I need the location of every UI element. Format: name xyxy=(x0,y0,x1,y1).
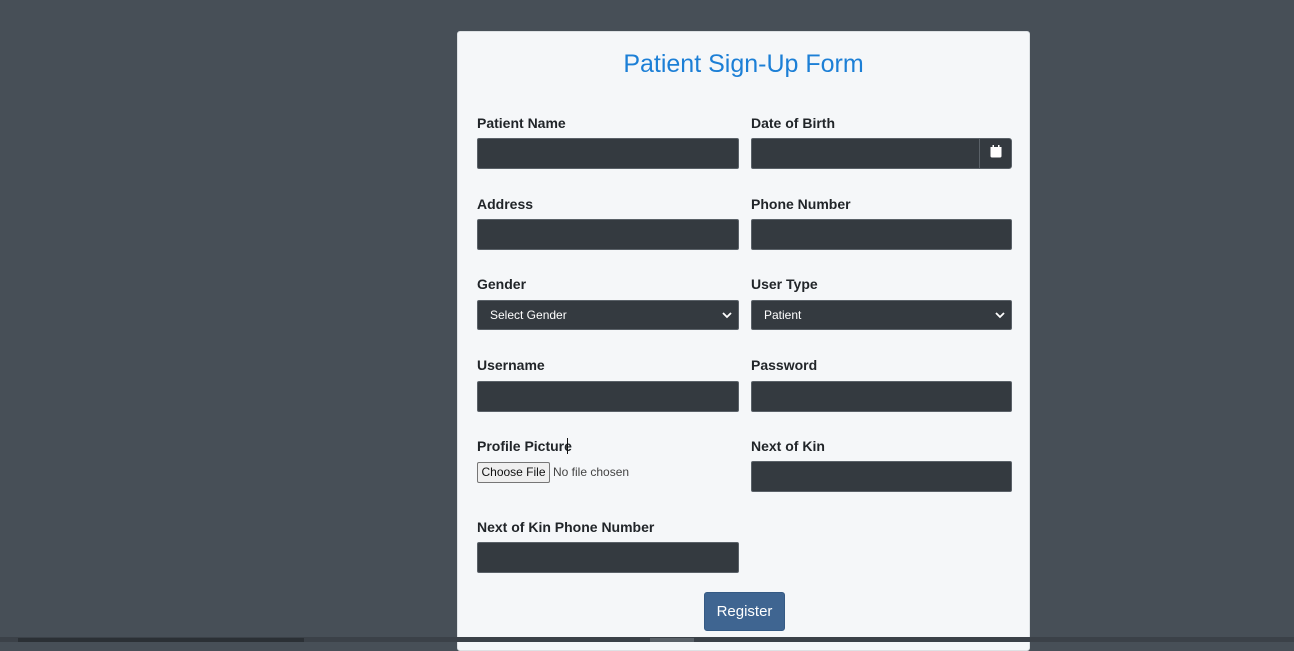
profile-picture-label: Profile Picture xyxy=(477,438,572,454)
next-of-kin-label: Next of Kin xyxy=(751,438,825,454)
gender-select[interactable]: Select Gender xyxy=(477,300,739,330)
password-input[interactable] xyxy=(751,381,1012,412)
username-label: Username xyxy=(477,357,545,373)
phone-number-label: Phone Number xyxy=(751,196,851,212)
register-button[interactable]: Register xyxy=(704,592,785,631)
address-input[interactable] xyxy=(477,219,739,250)
user-type-label: User Type xyxy=(751,276,818,292)
file-status-text: No file chosen xyxy=(553,465,630,479)
date-of-birth-label: Date of Birth xyxy=(751,115,835,131)
address-label: Address xyxy=(477,196,534,212)
user-type-select-value: Patient xyxy=(764,308,802,322)
phone-number-input[interactable] xyxy=(751,219,1012,250)
text-caret xyxy=(567,438,568,454)
page-title: Patient Sign-Up Form xyxy=(623,50,864,78)
patient-name-input[interactable] xyxy=(477,138,739,169)
next-of-kin-phone-input[interactable] xyxy=(477,542,739,573)
calendar-icon xyxy=(990,144,1002,163)
date-picker-button[interactable] xyxy=(979,138,1012,169)
password-label: Password xyxy=(751,357,818,373)
username-input[interactable] xyxy=(477,381,739,412)
date-of-birth-input[interactable] xyxy=(751,138,980,169)
choose-file-button[interactable]: Choose File xyxy=(477,462,550,483)
next-of-kin-input[interactable] xyxy=(751,461,1012,492)
chevron-down-icon xyxy=(995,301,1005,329)
user-type-select[interactable]: Patient xyxy=(751,300,1012,330)
taskbar-item[interactable] xyxy=(18,638,304,642)
patient-name-label: Patient Name xyxy=(477,115,566,131)
next-of-kin-phone-label: Next of Kin Phone Number xyxy=(477,519,655,535)
taskbar-item[interactable] xyxy=(650,638,694,642)
gender-select-value: Select Gender xyxy=(490,308,567,322)
chevron-down-icon xyxy=(722,301,732,329)
gender-label: Gender xyxy=(477,276,527,292)
